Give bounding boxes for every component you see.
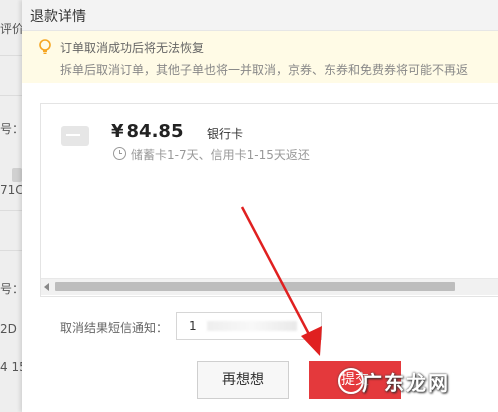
background-label: 号： bbox=[0, 122, 25, 136]
background-scroll-knob bbox=[12, 168, 22, 182]
background-label: 号： bbox=[0, 282, 25, 296]
watermark-logo-icon bbox=[338, 368, 364, 394]
notice-line-2: 拆单后取消订单，其他子单也将一并取消，京券、东券和免费券将可能不再返 bbox=[60, 63, 469, 77]
background-label: 71C bbox=[0, 183, 24, 197]
reconsider-button[interactable]: 再想想 bbox=[197, 361, 289, 399]
blurred-phone-digits bbox=[207, 321, 297, 331]
notice-banner: 订单取消成功后将无法恢复 拆单后取消订单，其他子单也将一并取消，京券、东券和免费… bbox=[22, 31, 498, 83]
background-label: 评价 bbox=[0, 22, 25, 36]
refund-info-panel: ¥84.85 银行卡 储蓄卡1-7天、信用卡1-15天返还 bbox=[40, 103, 498, 297]
phone-number-input[interactable]: 1 bbox=[176, 312, 322, 340]
phone-number-value: 1 bbox=[189, 319, 197, 333]
lightbulb-icon bbox=[39, 39, 51, 54]
amount-value: 84.85 bbox=[126, 121, 184, 142]
refund-timeline: 储蓄卡1-7天、信用卡1-15天返还 bbox=[131, 148, 310, 162]
background-label: 2D bbox=[0, 322, 17, 336]
scrollbar-thumb[interactable] bbox=[55, 282, 455, 291]
clock-icon bbox=[113, 147, 126, 160]
notice-line-1: 订单取消成功后将无法恢复 bbox=[60, 41, 205, 55]
currency-symbol: ¥ bbox=[111, 121, 124, 142]
scroll-left-arrow-icon[interactable] bbox=[44, 283, 49, 291]
horizontal-scrollbar[interactable] bbox=[41, 278, 498, 295]
refund-amount: ¥84.85 bbox=[111, 121, 183, 142]
refund-details-dialog: 退款详情 订单取消成功后将无法恢复 拆单后取消订单，其他子单也将一并取消，京券、… bbox=[22, 0, 498, 412]
refund-method: 银行卡 bbox=[207, 127, 244, 141]
dialog-title: 退款详情 bbox=[30, 9, 86, 25]
sms-notification-label: 取消结果短信通知： bbox=[60, 321, 169, 335]
dialog-header: 退款详情 bbox=[22, 0, 498, 31]
bank-card-icon bbox=[61, 126, 89, 146]
watermark-text: 广东龙网 bbox=[362, 371, 450, 395]
